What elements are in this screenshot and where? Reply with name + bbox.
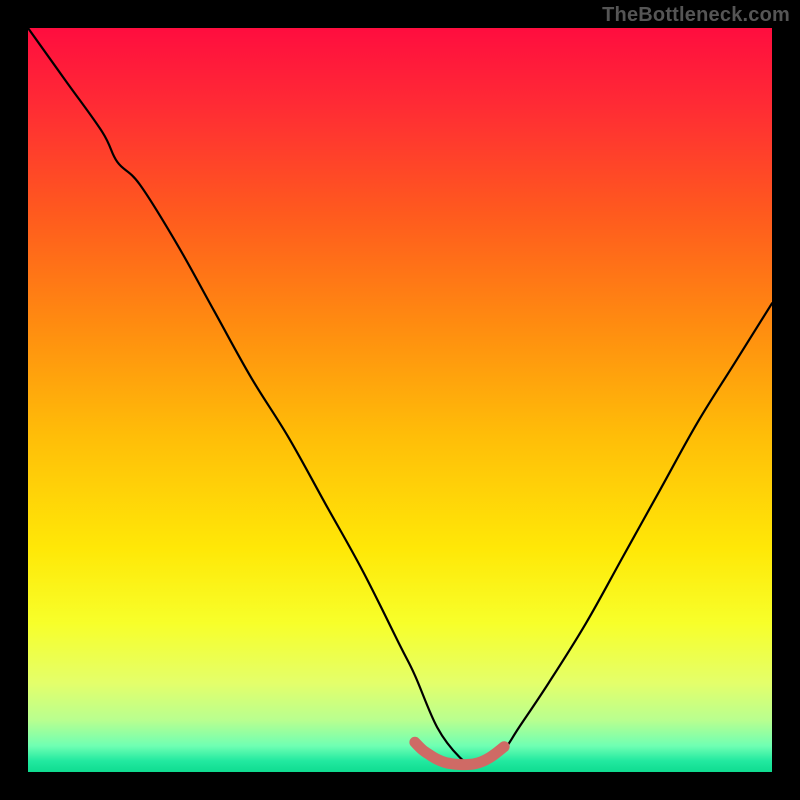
chart-frame: TheBottleneck.com xyxy=(0,0,800,800)
bottleneck-chart-svg xyxy=(28,28,772,772)
watermark-label: TheBottleneck.com xyxy=(602,4,790,27)
plot-area xyxy=(28,28,772,772)
gradient-background xyxy=(28,28,772,772)
